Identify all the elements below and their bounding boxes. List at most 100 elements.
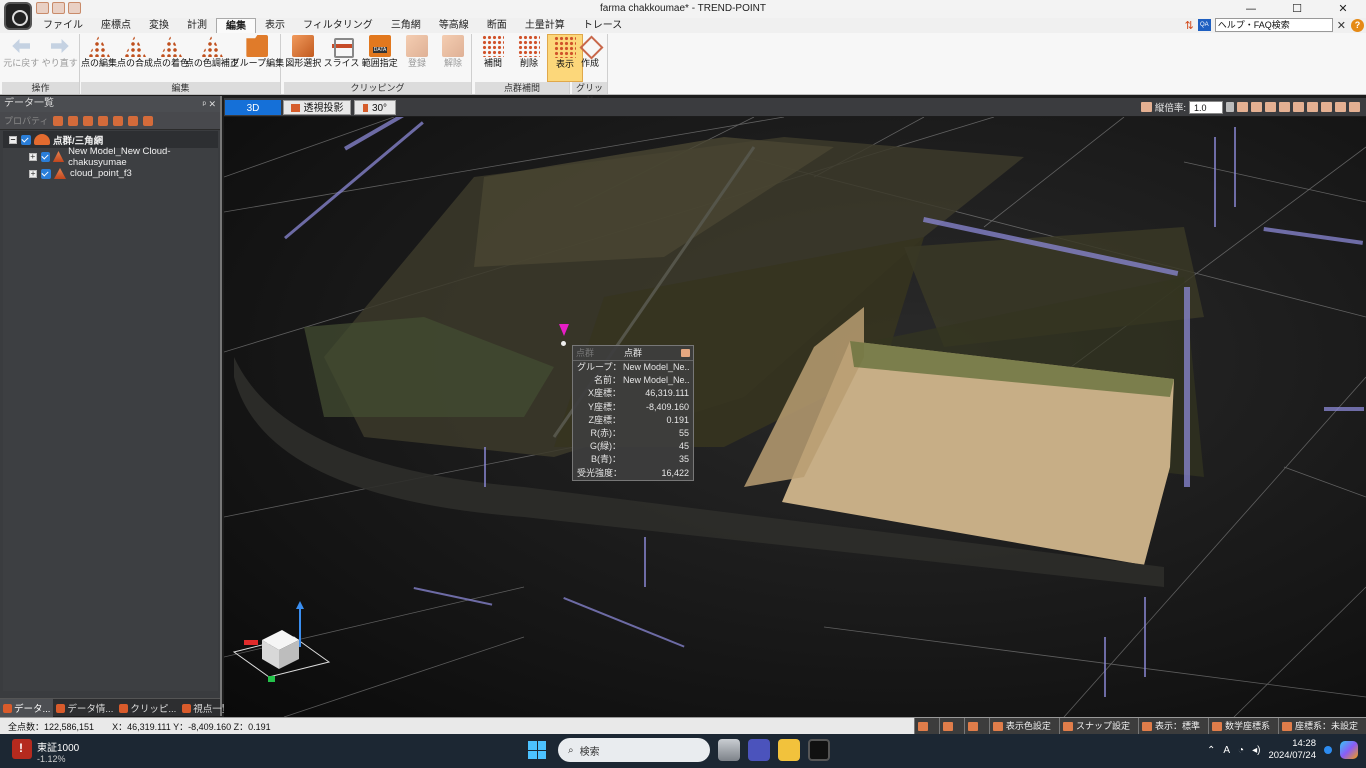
menu-tab-2[interactable]: 変換 [140,18,178,33]
menu-tab-10[interactable]: 土量計算 [516,18,574,33]
menu-tab-1[interactable]: 座標点 [92,18,140,33]
status-item-0[interactable] [913,718,939,734]
menu-tab-0[interactable]: ファイル [34,18,92,33]
help-search-input[interactable]: ヘルプ・FAQ検索 [1214,18,1333,32]
wifi-icon[interactable]: ◔ [1238,745,1244,756]
tree-node-label: cloud_point_f3 [70,168,132,179]
home-view-icon[interactable] [1237,102,1248,112]
ribbon-button-undo[interactable]: 元に戻す [2,34,41,82]
property-button[interactable]: プロパティ [4,114,48,127]
status-item-1[interactable] [938,718,964,734]
expand-icon[interactable]: + [29,169,37,178]
ribbon-button-delete[interactable]: 削除 [511,34,547,82]
market-widget[interactable]: 東証1000 -1.12% [12,739,79,764]
tree-node-cloud-point[interactable]: + cloud_point_f3 [3,165,218,182]
ribbon-button-point-edit[interactable]: 点の編集 [81,34,117,82]
collapse-icon[interactable]: − [9,135,17,144]
ribbon-button-tone-correction[interactable]: 点の色調補正 [185,34,239,82]
toolbar-pencil-icon[interactable] [68,115,79,126]
toolbar-diamond-icon[interactable] [53,115,64,126]
notification-icon[interactable] [1324,746,1332,754]
menu-tab-4[interactable]: 編集 [216,18,256,33]
toolbar-copy-icon[interactable] [113,115,124,126]
view-top-icon[interactable] [1251,102,1262,112]
tab-3d[interactable]: 3D [225,100,281,115]
teams-icon[interactable] [748,739,770,761]
toolbar-paste-icon[interactable] [128,115,139,126]
ribbon-button-grid-create[interactable]: 作成 [572,34,608,82]
ribbon-button-shape-select[interactable]: 図形選択 [284,34,322,82]
ribbon-button-point-color[interactable]: 点の着色 [153,34,189,82]
ribbon-button-point-merge[interactable]: 点の合成 [117,34,153,82]
tab-clipping[interactable]: クリッピ... [116,699,179,717]
volume-icon[interactable]: ◂) [1252,745,1260,756]
menu-tab-11[interactable]: トレース [574,18,632,33]
trend-point-taskbar-icon[interactable] [808,739,830,761]
toolbar-group-icon[interactable] [98,115,109,126]
ribbon-button-label: 図形選択 [285,58,322,68]
view-front-icon[interactable] [1265,102,1276,112]
tray-chevron-icon[interactable]: ⌃ [1207,745,1215,756]
view-fit-icon[interactable] [1335,102,1346,112]
copilot-icon[interactable] [1340,741,1358,759]
toolbar-filter-icon[interactable] [83,115,94,126]
view-iso-icon[interactable] [1307,102,1318,112]
minimize-button[interactable]: — [1228,0,1274,18]
ribbon-button-label: 解除 [443,58,462,68]
status-item-6[interactable]: 数学座標系 [1207,718,1278,734]
ribbon-button-register[interactable]: 登録 [399,34,435,82]
menu-tab-7[interactable]: 三角網 [382,18,430,33]
tab-data-list[interactable]: データ... [0,699,54,717]
menu-tab-3[interactable]: 計測 [178,18,216,33]
ribbon-button-group-edit[interactable]: グループ編集 [231,34,284,82]
start-button[interactable] [528,741,546,759]
view-settings-icon[interactable] [1349,102,1360,112]
ribbon-button-slice[interactable]: スライス [322,34,360,82]
file-explorer-icon[interactable] [778,739,800,761]
status-item-4[interactable]: スナップ設定 [1058,718,1138,734]
view-bottom-icon[interactable] [1321,102,1332,112]
maximize-button[interactable]: ☐ [1274,0,1320,18]
ime-indicator[interactable]: A [1223,745,1230,756]
status-item-2[interactable] [963,718,989,734]
tab-data-info[interactable]: データ情... [53,699,116,717]
eye-icon [182,703,192,713]
copy-icon[interactable] [681,349,690,357]
ribbon-button-interpolate[interactable]: 補間 [475,34,511,82]
toolbar-list-icon[interactable] [143,115,154,126]
task-view-icon[interactable] [718,739,740,761]
clock[interactable]: 14:28 2024/07/24 [1268,738,1316,762]
taskbar-search[interactable]: ⌕ 検索 [558,738,710,762]
ribbon-button-release[interactable]: 解除 [435,34,471,82]
visibility-checkbox[interactable] [41,168,51,179]
view-side-icon[interactable] [1279,102,1290,112]
menu-tab-6[interactable]: フィルタリング [294,18,382,33]
app-logo[interactable] [4,2,32,30]
expand-icon[interactable]: + [29,152,37,161]
visibility-checkbox[interactable] [21,134,31,145]
menu-tab-5[interactable]: 表示 [256,18,294,33]
visibility-checkbox[interactable] [40,151,50,162]
help-icon[interactable]: ? [1351,19,1364,32]
status-item-3[interactable]: 表示色設定 [988,718,1059,734]
scale-dropdown-icon[interactable] [1226,102,1234,112]
info-row: B(青)： 35 [573,453,693,466]
sort-arrows-icon[interactable]: ⇅ [1185,19,1194,32]
tab-perspective[interactable]: 透視投影 [283,100,351,115]
scale-input[interactable]: 1.0 [1189,100,1223,114]
tab-label: 透視投影 [303,103,344,114]
tree-node-new-model[interactable]: + New Model_New Cloud-chakusyumae [3,146,218,168]
view-back-icon[interactable] [1293,102,1304,112]
menu-tab-9[interactable]: 断面 [478,18,516,33]
help-close-icon[interactable]: ✕ [1337,19,1346,32]
tab-angle[interactable]: 30° [354,100,396,115]
menu-tab-8[interactable]: 等高線 [430,18,478,33]
ribbon-button-redo[interactable]: やり直す [41,34,80,82]
status-item-7[interactable]: 座標系：未設定 [1277,718,1366,734]
status-item-5[interactable]: 表示：標準 [1137,718,1208,734]
info-icon [56,703,66,713]
ribbon-button-range-data[interactable]: 範囲指定 [361,34,399,82]
close-button[interactable]: ✕ [1320,0,1366,18]
3d-viewport[interactable] [224,117,1366,717]
panel-pin-close-icons[interactable]: ᵖ ✕ [203,96,216,112]
